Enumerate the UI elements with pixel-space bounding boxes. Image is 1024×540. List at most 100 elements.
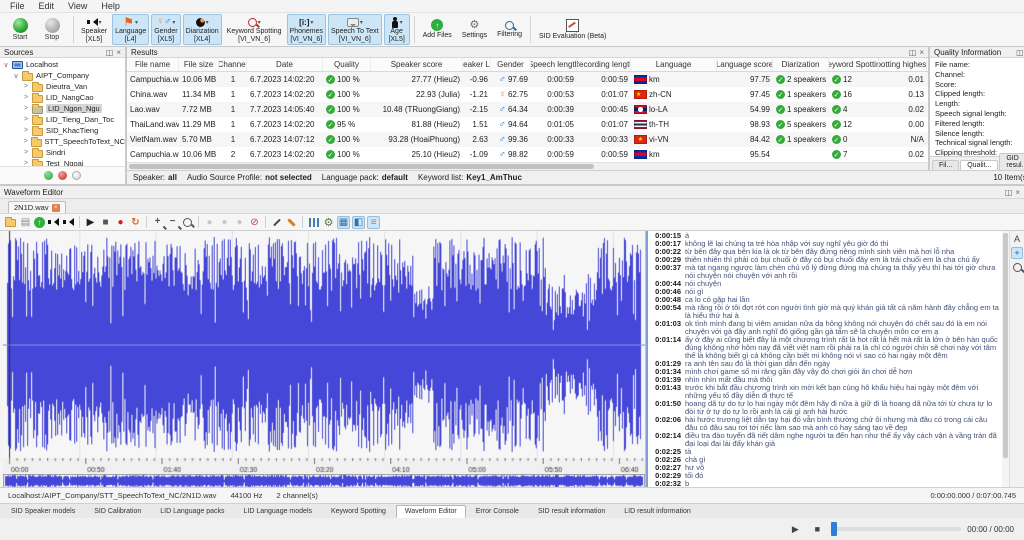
transcript-entry[interactable]: 0:02:32b — [651, 480, 1000, 487]
column-header[interactable]: peaker LL — [463, 58, 491, 71]
start-button[interactable]: Start — [6, 18, 34, 41]
engine-language[interactable]: ⚑▾Language[L4] — [112, 14, 149, 45]
transcript-entry[interactable]: 0:01:03ok tình mình đang bị viêm amidan … — [651, 320, 1000, 336]
column-header[interactable]: Language score — [717, 58, 773, 71]
tab-sid-result-information[interactable]: SID result information — [529, 505, 614, 518]
column-header[interactable]: Diarization — [773, 58, 829, 71]
tab-keyword-spotting[interactable]: Keyword Spotting — [322, 505, 395, 518]
grid-view-icon[interactable]: ▦ — [337, 216, 350, 229]
column-header[interactable]: Recording length — [577, 58, 631, 71]
transcript-entry[interactable]: 0:00:37mà tạt ngang ngược làm chèn chú v… — [651, 264, 1000, 280]
dock-icon[interactable]: ◫ — [106, 48, 114, 57]
status-gray-icon[interactable] — [72, 171, 81, 180]
close-icon[interactable]: × — [1015, 188, 1020, 197]
action-add-files[interactable]: ↑Add Files — [418, 14, 457, 45]
marker-icon[interactable] — [285, 216, 298, 229]
tab-sid-speaker-models[interactable]: SID Speaker models — [2, 505, 84, 518]
stop-icon[interactable]: ■ — [99, 216, 112, 229]
loop-icon[interactable]: ↻ — [129, 216, 142, 229]
dock-icon[interactable]: ◫ — [1005, 188, 1013, 197]
tree-item-sindri[interactable]: >Sindri — [0, 147, 125, 158]
menu-file[interactable]: File — [4, 1, 31, 11]
status-red-icon[interactable] — [58, 171, 67, 180]
close-icon[interactable]: × — [116, 48, 121, 57]
slider-thumb[interactable] — [831, 522, 837, 536]
quality-tab[interactable]: GID resul... — [999, 153, 1024, 170]
tab-error-console[interactable]: Error Console — [467, 505, 528, 518]
tree-item-aipt_company[interactable]: ∨AIPT_Company — [0, 70, 125, 81]
table-row[interactable]: ThaiLand.wav11.29 MB16.7.2023 14:02:20✓9… — [127, 117, 928, 132]
transcript-entry[interactable]: 0:01:50hoang dã tự do tự lo hai ngày một… — [651, 400, 1000, 416]
transcript-entry[interactable]: 0:02:14điều tra đào tuyển đã riết dâm ng… — [651, 432, 1000, 448]
column-header[interactable]: Speech length — [531, 58, 577, 71]
column-header[interactable]: potting highest — [879, 58, 927, 71]
table-row[interactable]: Campuchia.wav10.06 MB26.7.2023 14:02:20✓… — [127, 147, 928, 162]
play-icon[interactable]: ▶ — [787, 522, 803, 536]
waveform-canvas[interactable] — [3, 231, 645, 458]
column-header[interactable]: Channel — [219, 58, 247, 71]
transcript-entry[interactable]: 0:00:54mà răng rồi ở tôi đợt rớt con ngư… — [651, 304, 1000, 320]
speaker-icon[interactable] — [62, 216, 75, 229]
upload-icon[interactable]: ↑ — [34, 217, 45, 228]
column-header[interactable]: Keyword Spotting — [829, 58, 879, 71]
chevron-down-icon[interactable]: ▾ — [206, 19, 209, 26]
edit-pen-icon[interactable] — [270, 216, 283, 229]
tree-item-stt_speechtotext_nc[interactable]: >STT_SpeechToText_NC — [0, 136, 125, 147]
expander-closed-icon[interactable]: > — [23, 149, 29, 156]
expander-closed-icon[interactable]: > — [23, 83, 29, 90]
engine-phonemes[interactable]: [i:]▾Phonemes[VI_VN_6] — [287, 14, 326, 45]
tab-lid-result-information[interactable]: LID result information — [615, 505, 700, 518]
transcript-entry[interactable]: 0:01:43trước khi bắt đầu chương trình xi… — [651, 384, 1000, 400]
zoom-in-icon[interactable]: + — [151, 216, 164, 229]
engine-diarization[interactable]: ▾Diarization[XL4] — [183, 14, 222, 45]
seek-slider[interactable] — [831, 527, 961, 531]
engine-gender[interactable]: ♀♂▾Gender[XL5] — [151, 14, 180, 45]
cancel-icon[interactable]: ⊘ — [248, 216, 261, 229]
dock-icon[interactable]: ◫ — [1016, 48, 1024, 57]
table-row[interactable]: Campuchia.wav10.06 MB16.7.2023 14:02:20✓… — [127, 72, 928, 87]
tab-sid-calibration[interactable]: SID Calibration — [85, 505, 150, 518]
export-icon[interactable]: ▤ — [19, 216, 32, 229]
expander-closed-icon[interactable]: > — [23, 116, 29, 123]
close-icon[interactable]: × — [919, 48, 924, 57]
results-hscrollbar[interactable] — [127, 162, 928, 170]
expander-closed-icon[interactable]: > — [23, 94, 29, 101]
expander-open-icon[interactable]: ∨ — [3, 61, 9, 69]
quality-tab[interactable]: Qualit... — [960, 160, 998, 170]
engine-speech-to-text[interactable]: ▾Speech To Text[VI_VN_6] — [328, 14, 382, 45]
tab-close-icon[interactable]: × — [52, 204, 60, 212]
zoom-fit-icon[interactable] — [181, 216, 194, 229]
text-view-icon[interactable]: ≡ — [367, 216, 380, 229]
play-icon[interactable]: ▶ — [84, 216, 97, 229]
table-row[interactable]: Lao.wav7.72 MB17.7.2023 14:05:40✓100 %10… — [127, 102, 928, 117]
speaker-add-icon[interactable] — [47, 216, 60, 229]
column-header[interactable]: Speaker score — [371, 58, 463, 71]
column-header[interactable]: File size — [179, 58, 219, 71]
column-header[interactable]: File name — [127, 58, 179, 71]
chevron-down-icon[interactable]: ▾ — [135, 19, 138, 26]
engine-speaker[interactable]: ▾Speaker[XL5] — [78, 14, 110, 45]
speaker-view-icon[interactable]: ◧ — [352, 216, 365, 229]
chevron-down-icon[interactable]: ▾ — [400, 19, 403, 26]
expander-closed-icon[interactable]: > — [23, 105, 29, 112]
tab-waveform-editor[interactable]: Waveform Editor — [396, 505, 466, 518]
table-row[interactable]: VietNam.wav5.70 MB16.7.2023 14:07:12✓100… — [127, 132, 928, 147]
expander-open-icon[interactable]: ∨ — [13, 72, 19, 80]
engine-keyword-spotting[interactable]: ▾Keyword Spotting[VI_VN_6] — [224, 14, 285, 45]
transcript-entry[interactable]: 0:02:06hài hước trương liệt dẫn tay hại … — [651, 416, 1000, 432]
tab-lid-language-models[interactable]: LID Language models — [235, 505, 322, 518]
stop-icon[interactable]: ■ — [809, 522, 825, 536]
tree-item-test_ngoai[interactable]: >Test_Ngoai — [0, 158, 125, 166]
menu-help[interactable]: Help — [95, 1, 126, 11]
chevron-down-icon[interactable]: ▾ — [172, 19, 175, 26]
overview-strip[interactable] — [3, 474, 645, 488]
nav-prev-icon[interactable]: ● — [203, 216, 216, 229]
tree-item-sid_khactieng[interactable]: >SID_KhacTieng — [0, 125, 125, 136]
chevron-down-icon[interactable]: ▾ — [360, 19, 363, 26]
column-header[interactable]: Date — [247, 58, 323, 71]
quality-tab[interactable]: Fil... — [932, 160, 959, 170]
menu-view[interactable]: View — [62, 1, 93, 11]
expander-closed-icon[interactable]: > — [23, 138, 28, 145]
audio-file-tab[interactable]: 2N1D.wav × — [8, 201, 66, 213]
nav-next-icon[interactable]: ● — [233, 216, 246, 229]
